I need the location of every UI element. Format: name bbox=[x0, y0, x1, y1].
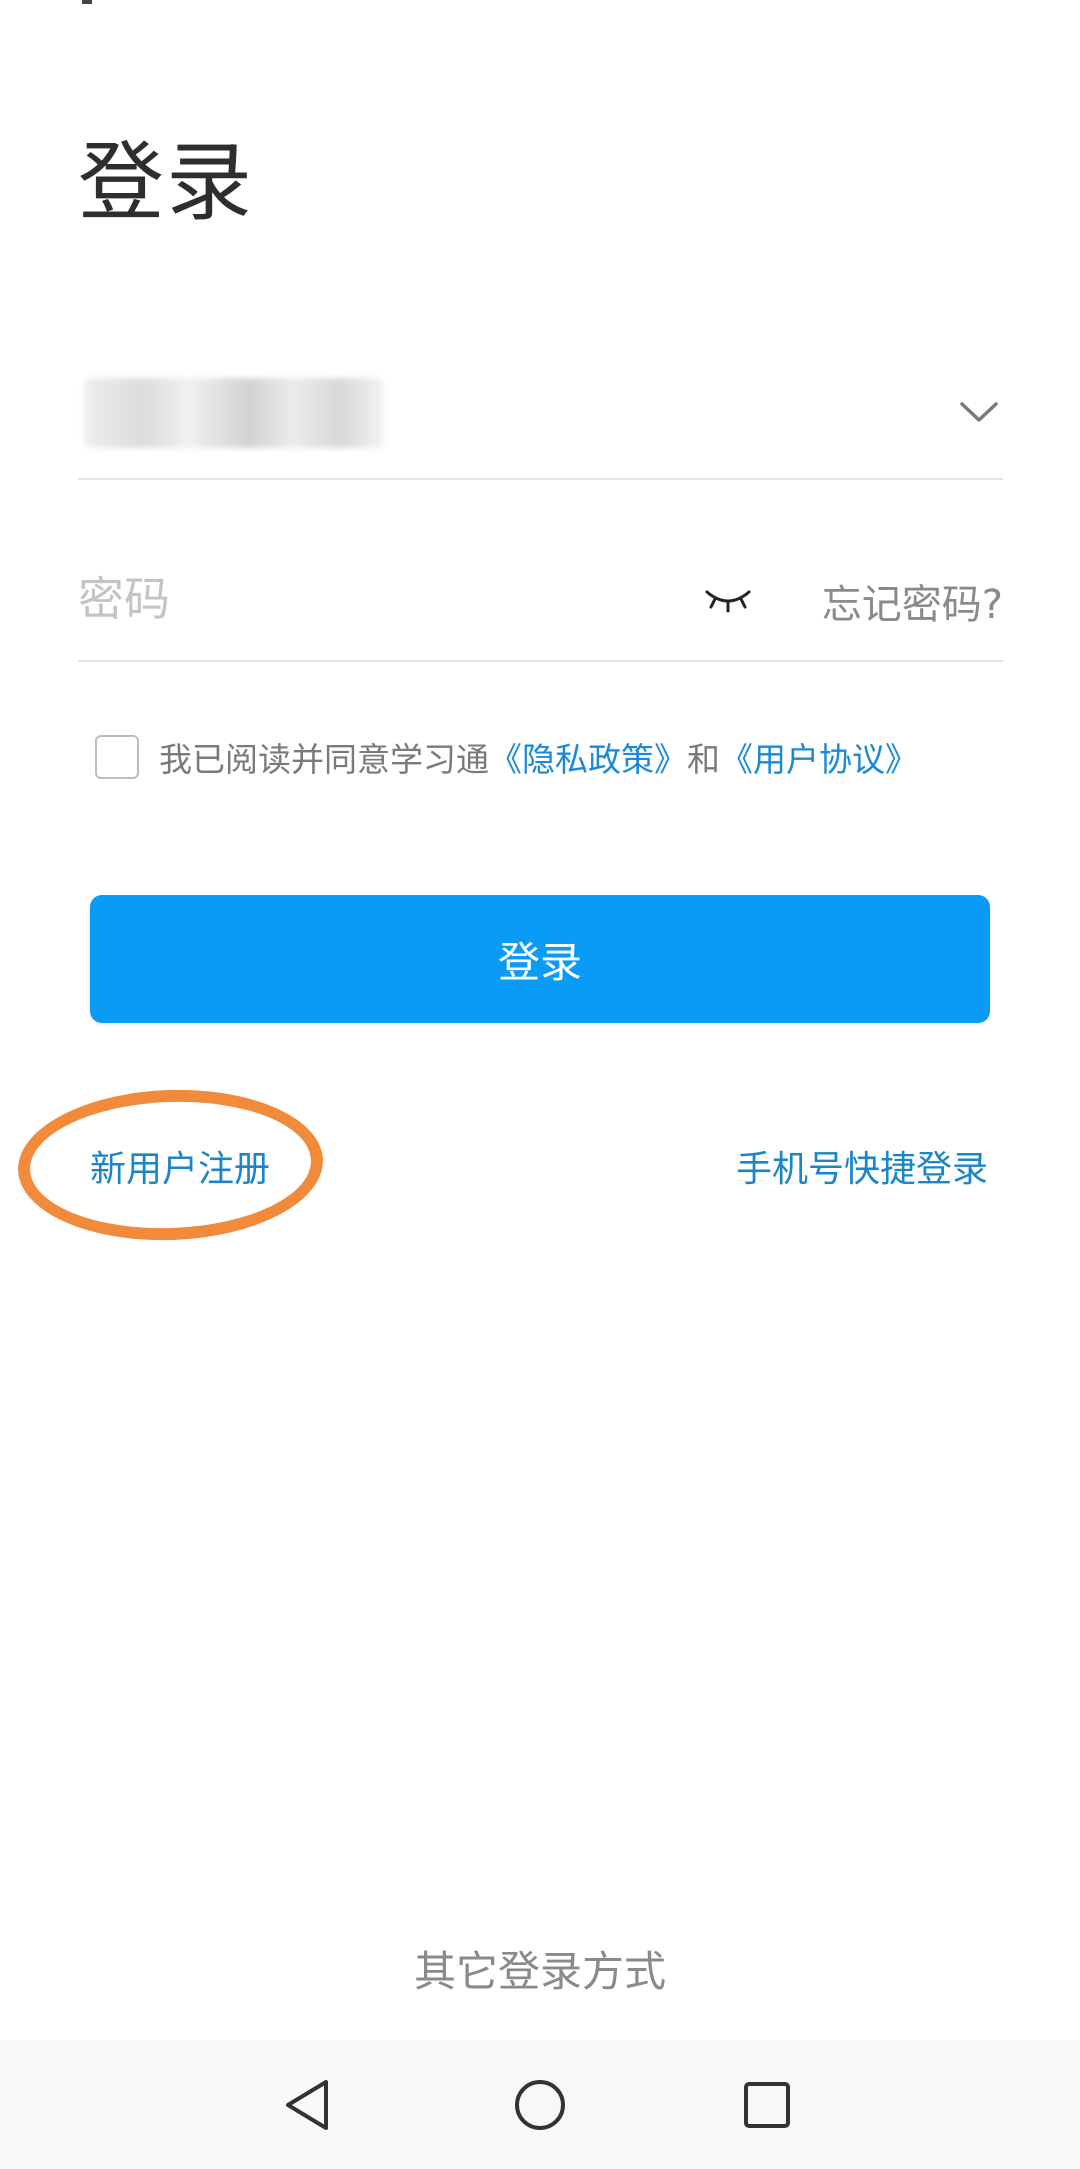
page-title: 登录 bbox=[78, 133, 254, 233]
account-field[interactable] bbox=[78, 360, 1003, 480]
forgot-password-link[interactable]: 忘记密码? bbox=[822, 572, 1003, 630]
user-agreement-link[interactable]: 《用户协议》 bbox=[720, 733, 918, 781]
status-bar-fragment bbox=[82, 0, 92, 4]
account-value-blurred bbox=[84, 378, 384, 448]
recent-apps-icon[interactable] bbox=[732, 2070, 802, 2140]
chevron-down-icon[interactable] bbox=[959, 400, 999, 424]
agreement-row: 我已阅读并同意学习通 《隐私政策》 和 《用户协议》 bbox=[95, 732, 918, 782]
phone-quick-login-link[interactable]: 手机号快捷登录 bbox=[736, 1140, 988, 1192]
home-icon[interactable] bbox=[505, 2070, 575, 2140]
other-login-methods[interactable]: 其它登录方式 bbox=[0, 1938, 1080, 1999]
system-nav-bar bbox=[0, 2040, 1080, 2169]
privacy-policy-link[interactable]: 《隐私政策》 bbox=[489, 733, 687, 781]
back-icon[interactable] bbox=[272, 2070, 342, 2140]
agree-checkbox[interactable] bbox=[95, 735, 139, 779]
login-screen: 登录 忘记密码? 我已阅读并同意学习通 《隐私政策》 和 《用户协议》 登录 新… bbox=[0, 0, 1080, 2169]
eye-closed-icon[interactable] bbox=[703, 580, 753, 616]
login-button[interactable]: 登录 bbox=[90, 895, 990, 1023]
agreement-conjunction: 和 bbox=[687, 740, 720, 779]
agreement-text: 我已阅读并同意学习通 bbox=[159, 740, 489, 779]
password-input[interactable] bbox=[78, 566, 638, 632]
register-link[interactable]: 新用户注册 bbox=[90, 1140, 270, 1192]
password-field: 忘记密码? bbox=[78, 540, 1003, 662]
